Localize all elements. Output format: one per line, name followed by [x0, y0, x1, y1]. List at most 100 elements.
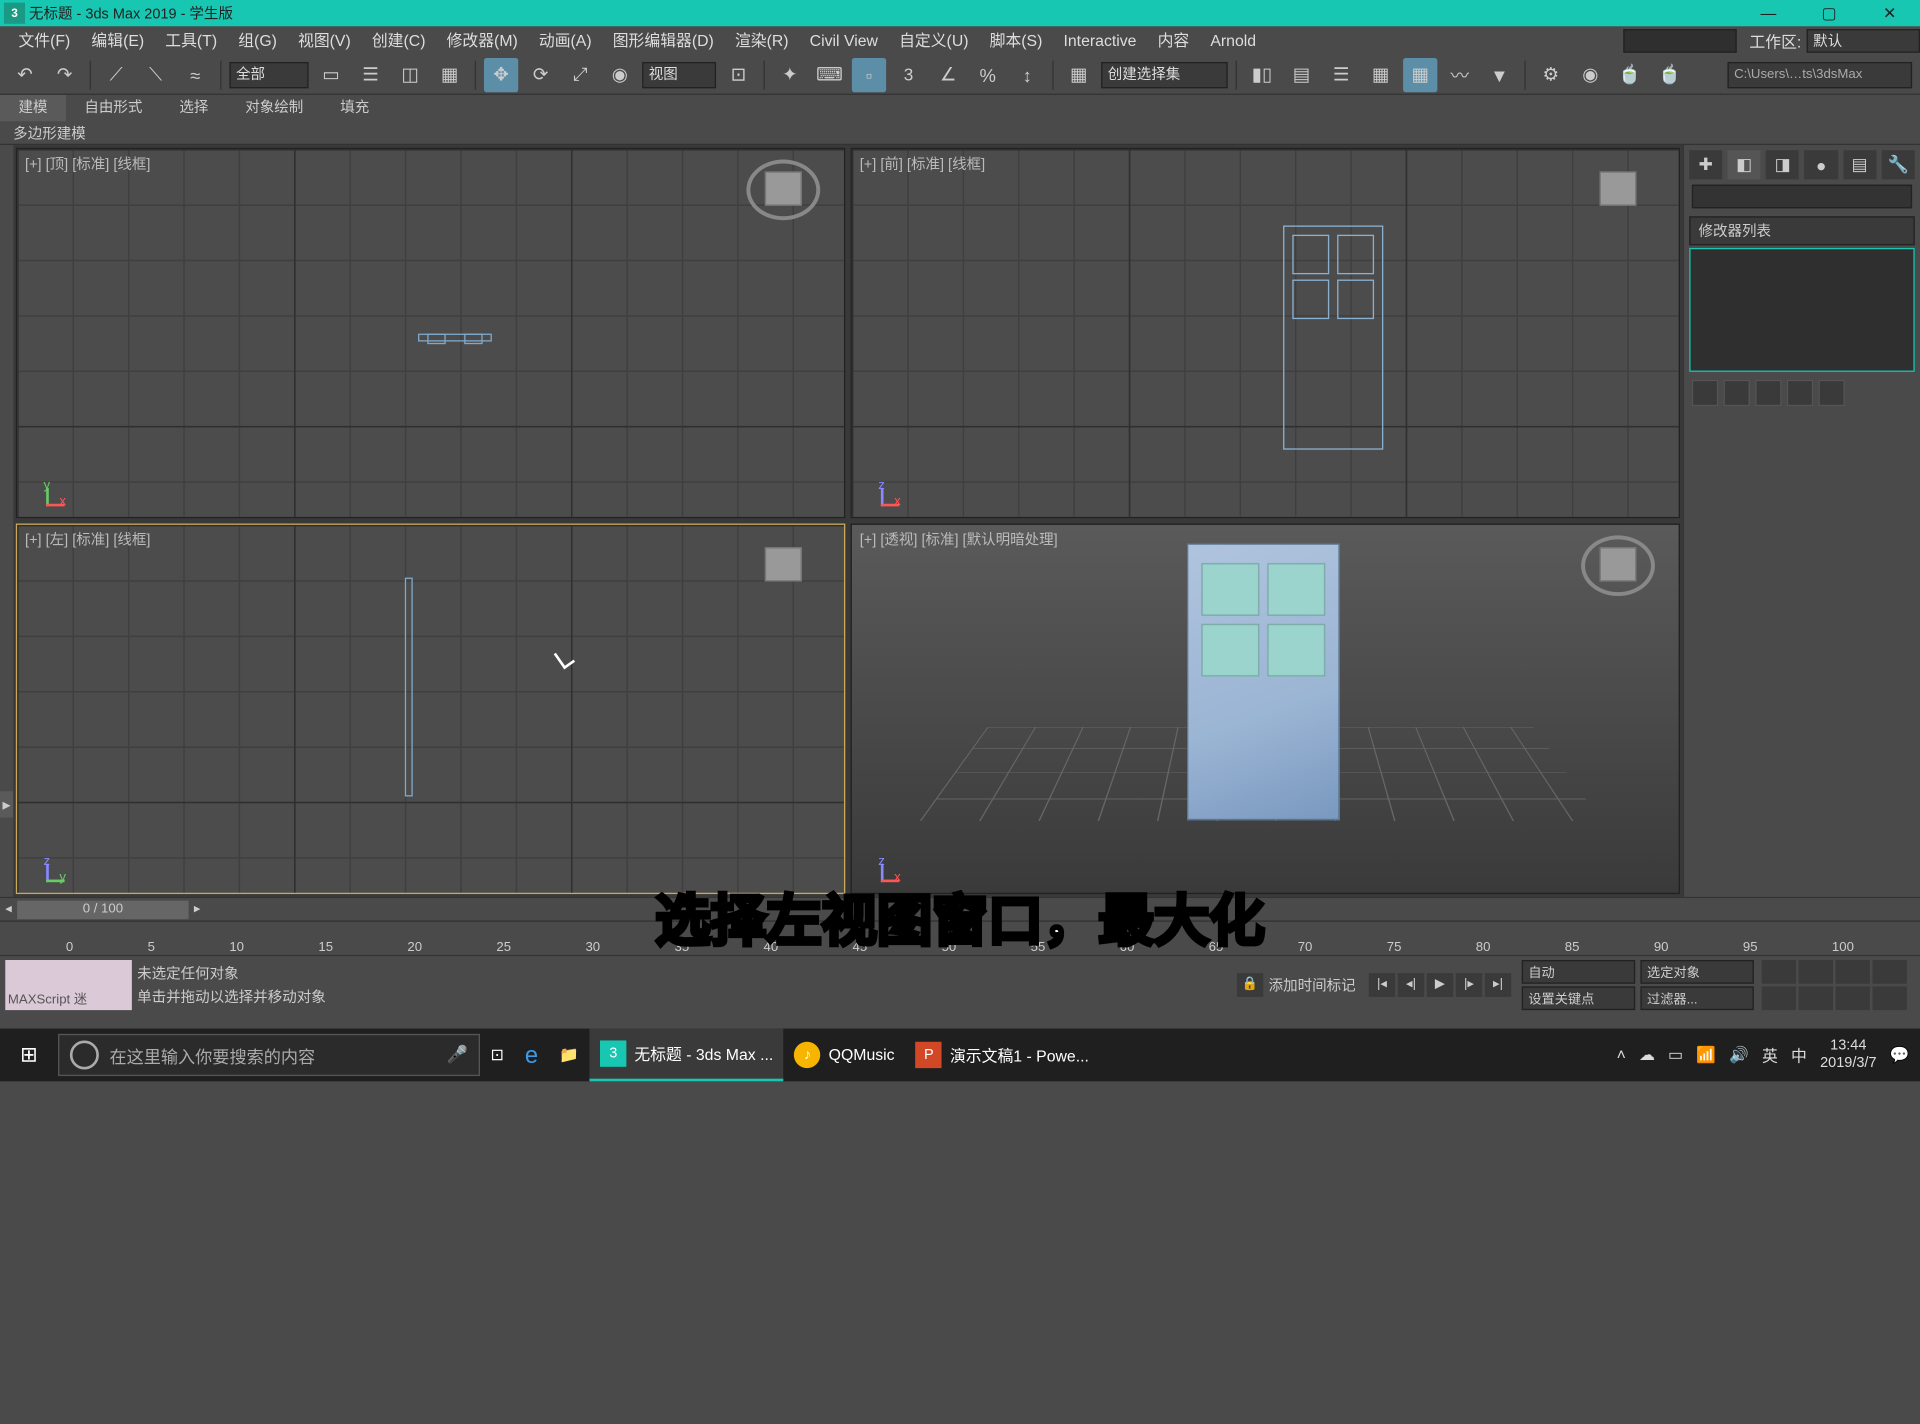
object-name-field[interactable]	[1692, 185, 1912, 209]
ribbon-tab-select[interactable]: 选择	[161, 95, 227, 121]
selection-filter[interactable]: 全部	[229, 61, 308, 87]
viewport-persp-label[interactable]: [+] [透视] [标准] [默认明暗处理]	[860, 529, 1058, 550]
zoom-all-button[interactable]	[1799, 959, 1833, 983]
window-crossing-button[interactable]: ▦	[433, 57, 467, 91]
menu-custom[interactable]: 自定义(U)	[889, 26, 980, 55]
render-production-button[interactable]: 🍵	[1652, 57, 1686, 91]
fov-button[interactable]	[1873, 959, 1907, 983]
expand-button[interactable]: ▶	[0, 791, 13, 817]
clock[interactable]: 13:44 2019/3/7	[1820, 1038, 1876, 1072]
start-button[interactable]: ⊞	[0, 1029, 58, 1082]
menu-edit[interactable]: 编辑(E)	[81, 26, 155, 55]
angle-snap-button[interactable]: ∠	[931, 57, 965, 91]
task-view-button[interactable]: ⊡	[480, 1029, 514, 1082]
viewcube-top[interactable]	[746, 160, 820, 221]
menu-view[interactable]: 视图(V)	[287, 26, 361, 55]
render-frame-button[interactable]: ◉	[1573, 57, 1607, 91]
keyboard-button[interactable]: ⌨	[812, 57, 846, 91]
viewport-perspective[interactable]: [+] [透视] [标准] [默认明暗处理] zx	[851, 524, 1680, 895]
workspace-dropdown[interactable]: 默认	[1807, 29, 1920, 53]
notifications-icon[interactable]: 💬	[1890, 1046, 1910, 1064]
spinner-snap-button[interactable]: ↕	[1010, 57, 1044, 91]
modifier-list-dropdown[interactable]: 修改器列表	[1689, 216, 1914, 245]
key-filter-button[interactable]: 过滤器...	[1640, 986, 1753, 1010]
viewcube-left[interactable]	[746, 535, 820, 596]
mic-icon[interactable]: 🎤	[447, 1044, 468, 1065]
menu-animation[interactable]: 动画(A)	[528, 26, 602, 55]
menu-modifier[interactable]: 修改器(M)	[436, 26, 528, 55]
menu-file[interactable]: 文件(F)	[8, 26, 81, 55]
menu-arnold[interactable]: Arnold	[1200, 26, 1267, 55]
scale-button[interactable]: ⤢	[563, 57, 597, 91]
menu-tools[interactable]: 工具(T)	[155, 26, 228, 55]
volume-icon[interactable]: 🔊	[1729, 1046, 1749, 1064]
named-sets-button[interactable]: ▦	[1062, 57, 1096, 91]
ime-indicator-2[interactable]: 中	[1791, 1044, 1807, 1066]
maximize-viewport-button[interactable]	[1873, 986, 1907, 1010]
undo-button[interactable]: ↶	[8, 57, 42, 91]
task-qqmusic[interactable]: ♪ QQMusic	[784, 1029, 905, 1082]
wifi-icon[interactable]: 📶	[1696, 1046, 1716, 1064]
show-result-icon[interactable]	[1724, 380, 1750, 406]
menu-group[interactable]: 组(G)	[228, 26, 288, 55]
menu-create[interactable]: 创建(C)	[361, 26, 436, 55]
bind-button[interactable]: ≈	[178, 57, 212, 91]
next-frame-button[interactable]: |▸	[1456, 973, 1482, 997]
viewport-top-label[interactable]: [+] [顶] [标准] [线框]	[25, 153, 150, 174]
link-button[interactable]: ⟋	[99, 57, 133, 91]
create-tab[interactable]: ✚	[1689, 150, 1722, 179]
unlink-button[interactable]: ⟍	[138, 57, 172, 91]
curve-editor-button[interactable]: ▦	[1403, 57, 1437, 91]
rotate-button[interactable]: ⟳	[524, 57, 558, 91]
maximize-button[interactable]: ▢	[1799, 0, 1860, 26]
viewport-top[interactable]: [+] [顶] [标准] [线框] yx	[16, 148, 845, 519]
utilities-tab[interactable]: 🔧	[1882, 150, 1915, 179]
play-button[interactable]: ▶	[1427, 973, 1453, 997]
material-button[interactable]: ▼	[1482, 57, 1516, 91]
viewport-front[interactable]: [+] [前] [标准] [线框] zx	[851, 148, 1680, 519]
mirror-button[interactable]: ▮▯	[1245, 57, 1279, 91]
menu-graph[interactable]: 图形编辑器(D)	[602, 26, 724, 55]
task-powerpoint[interactable]: P 演示文稿1 - Powe...	[905, 1029, 1099, 1082]
toggle-button[interactable]: ▦	[1364, 57, 1398, 91]
walk-button[interactable]	[1836, 986, 1870, 1010]
search-field[interactable]	[1623, 29, 1736, 53]
menu-script[interactable]: 脚本(S)	[979, 26, 1053, 55]
percent-snap-button[interactable]: %	[971, 57, 1005, 91]
select-object-button[interactable]: ▭	[314, 57, 348, 91]
configure-icon[interactable]	[1818, 380, 1844, 406]
menu-interactive[interactable]: Interactive	[1053, 26, 1147, 55]
viewcube-persp[interactable]	[1581, 535, 1655, 596]
select-region-button[interactable]: ◫	[393, 57, 427, 91]
task-3dsmax[interactable]: 3 无标题 - 3ds Max ...	[589, 1029, 783, 1082]
motion-tab[interactable]: ●	[1805, 150, 1838, 179]
goto-end-button[interactable]: ▸|	[1485, 973, 1511, 997]
named-selection-dropdown[interactable]: 创建选择集	[1101, 61, 1228, 87]
snap-2d-button[interactable]: ▫	[852, 57, 886, 91]
schematic-button[interactable]: 〰	[1443, 57, 1477, 91]
viewport-front-label[interactable]: [+] [前] [标准] [线框]	[860, 153, 985, 174]
hierarchy-tab[interactable]: ◨	[1766, 150, 1799, 179]
ribbon-tab-populate[interactable]: 填充	[322, 95, 388, 121]
viewport-left[interactable]: [+] [左] [标准] [线框] zy	[16, 524, 845, 895]
select-name-button[interactable]: ☰	[353, 57, 387, 91]
layers-button[interactable]: ☰	[1324, 57, 1358, 91]
selected-obj-combo[interactable]: 选定对象	[1640, 959, 1753, 983]
render-setup-button[interactable]: ⚙	[1534, 57, 1568, 91]
menu-render[interactable]: 渲染(R)	[724, 26, 799, 55]
pivot-button[interactable]: ⊡	[721, 57, 755, 91]
render-button[interactable]: 🍵	[1613, 57, 1647, 91]
ribbon-tab-paint[interactable]: 对象绘制	[227, 95, 322, 121]
explorer-button[interactable]: 📁	[549, 1029, 590, 1082]
modifier-stack[interactable]	[1689, 248, 1914, 372]
add-time-tag[interactable]: 添加时间标记	[1269, 974, 1356, 995]
pan-button[interactable]	[1762, 986, 1796, 1010]
pin-stack-icon[interactable]	[1692, 380, 1718, 406]
onedrive-icon[interactable]: ☁	[1639, 1046, 1655, 1064]
tray-up-icon[interactable]: ˄	[1617, 1046, 1626, 1064]
close-button[interactable]: ✕	[1859, 0, 1920, 26]
coord-system[interactable]: 视图	[642, 61, 716, 87]
menu-content[interactable]: 内容	[1147, 26, 1200, 55]
minimize-button[interactable]: —	[1738, 0, 1799, 26]
placement-button[interactable]: ◉	[603, 57, 637, 91]
